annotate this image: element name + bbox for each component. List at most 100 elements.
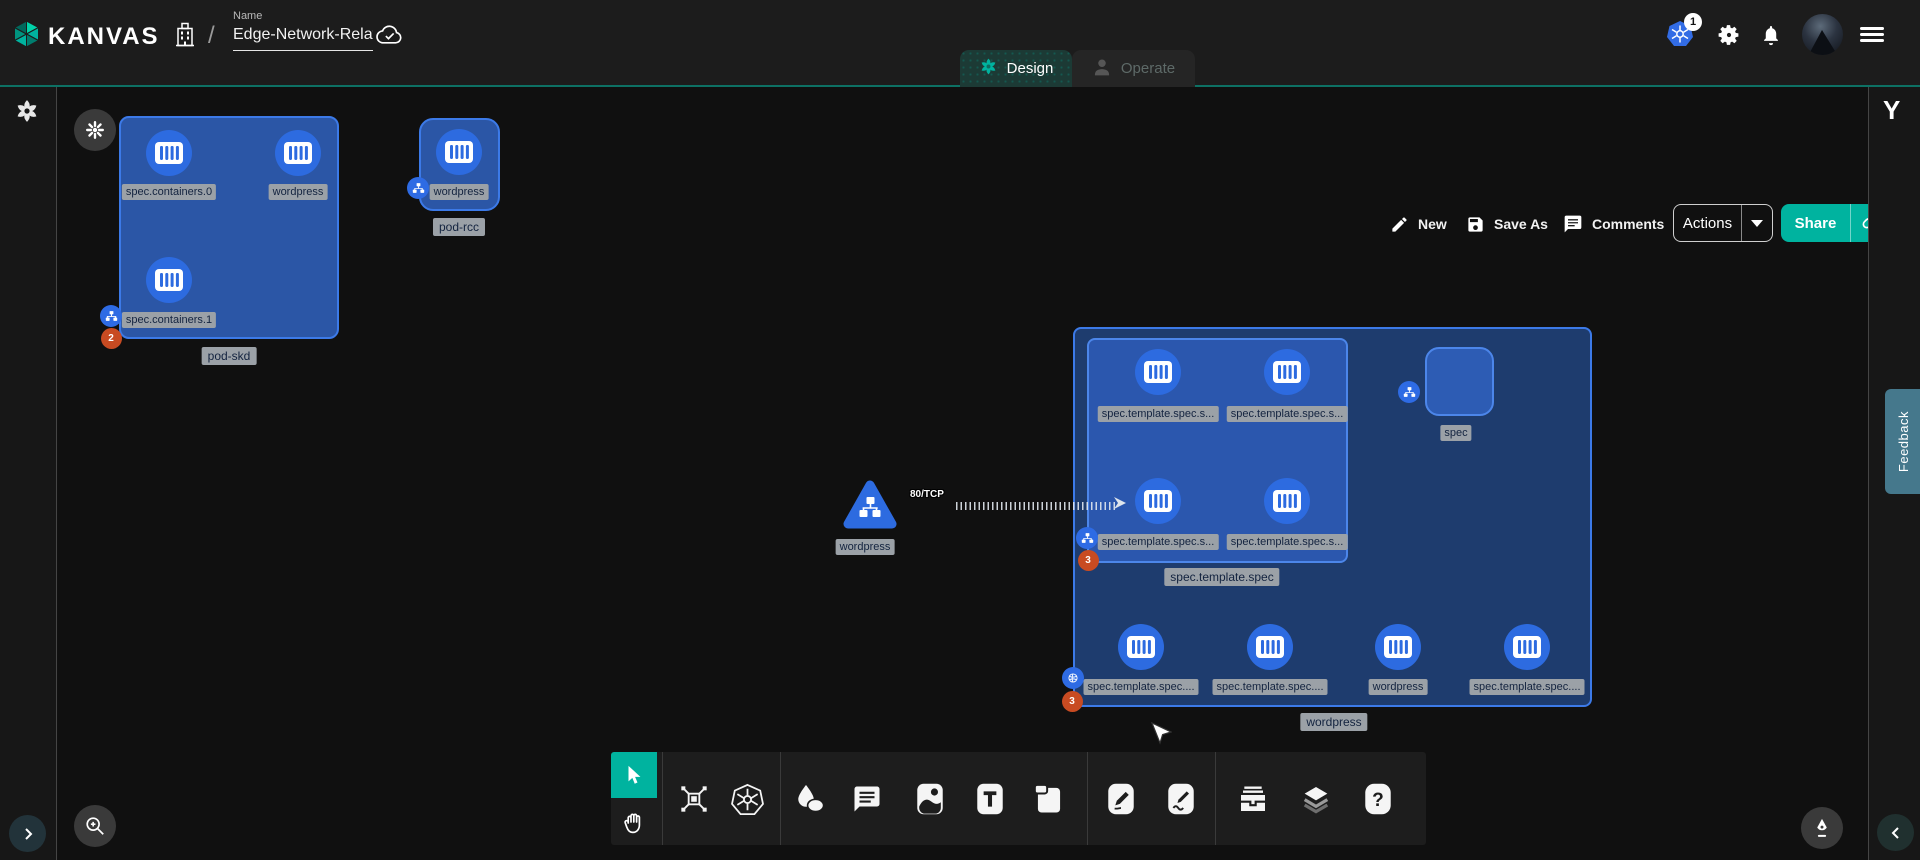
design-name-block: Name <box>233 10 373 51</box>
sitemap-icon <box>857 495 883 524</box>
container-node[interactable] <box>1504 624 1550 670</box>
container-node[interactable] <box>1135 478 1181 524</box>
expand-left-panel-button[interactable] <box>9 815 46 852</box>
design-name-input[interactable] <box>233 26 373 51</box>
container-node[interactable] <box>1264 349 1310 395</box>
container-node[interactable] <box>275 130 321 176</box>
container-node[interactable] <box>1264 478 1310 524</box>
hierarchy-badge-icon[interactable] <box>407 177 429 199</box>
image-tool-button[interactable] <box>911 780 949 818</box>
design-name-label: Name <box>233 10 373 22</box>
feedback-label: Feedback <box>1896 411 1911 472</box>
comment-tool-button[interactable] <box>848 780 886 818</box>
kubernetes-count-badge: 1 <box>1684 13 1702 31</box>
hierarchy-badge-icon[interactable] <box>1076 527 1098 549</box>
kanvas-logo[interactable]: KANVAS <box>13 20 160 53</box>
count-badge-wordpress[interactable]: 3 <box>1062 691 1083 712</box>
comments-label: Comments <box>1592 216 1664 232</box>
port-edge[interactable] <box>956 502 1116 510</box>
group-label-wordpress: wordpress <box>1300 713 1367 731</box>
dock-divider <box>780 752 781 845</box>
node-label: spec.template.spec.s... <box>1227 534 1348 550</box>
meshery-swirl-icon[interactable] <box>14 98 40 124</box>
node-label: spec.containers.1 <box>122 312 216 328</box>
container-node[interactable] <box>146 130 192 176</box>
container-node[interactable] <box>1247 624 1293 670</box>
container-node[interactable] <box>146 257 192 303</box>
meshery-badge-icon[interactable] <box>1062 667 1084 689</box>
new-label: New <box>1418 216 1447 232</box>
comments-button[interactable]: Comments <box>1563 206 1664 242</box>
save-as-label: Save As <box>1494 216 1548 232</box>
edge-port-label: 80/TCP <box>910 489 944 500</box>
node-spec-empty[interactable] <box>1425 347 1494 416</box>
layers-tool-button[interactable] <box>1297 780 1335 818</box>
node-label-spec: spec <box>1440 425 1471 441</box>
design-canvas[interactable]: New Save As Comments Actions Share <box>58 87 1868 860</box>
svg-text:?: ? <box>1372 790 1384 811</box>
notifications-bell-icon[interactable] <box>1760 23 1782 47</box>
pan-tool-button[interactable] <box>611 800 657 845</box>
integrations-tool-button[interactable] <box>675 780 713 818</box>
shapes-tool-button[interactable] <box>791 780 829 818</box>
archive-tool-button[interactable] <box>1234 780 1272 818</box>
hamburger-menu-icon[interactable] <box>1860 24 1884 45</box>
edge-arrowhead-icon <box>1112 495 1128 516</box>
count-badge-pod-skd[interactable]: 2 <box>101 328 122 349</box>
node-label: wordpress <box>269 184 328 200</box>
actions-label: Actions <box>1674 215 1741 232</box>
group-label-pod-rcc: pod-rcc <box>433 218 485 236</box>
design-swirl-icon <box>979 57 998 80</box>
kubernetes-tool-button[interactable] <box>728 780 766 818</box>
hierarchy-badge-icon[interactable] <box>1398 381 1420 403</box>
node-label: spec.containers.0 <box>122 184 216 200</box>
group-label-spec-template-spec: spec.template.spec <box>1164 568 1279 586</box>
pen-nib-button[interactable] <box>1801 807 1843 849</box>
node-label: spec.template.spec.... <box>1470 679 1585 695</box>
user-avatar[interactable] <box>1802 14 1843 55</box>
select-tool-button[interactable] <box>611 752 657 798</box>
dock-divider <box>1215 752 1216 845</box>
node-label: spec.template.spec.s... <box>1098 406 1219 422</box>
node-label: spec.template.spec.s... <box>1227 406 1348 422</box>
actions-divider <box>1741 205 1742 241</box>
container-node[interactable] <box>436 129 482 175</box>
tab-design[interactable]: Design <box>960 50 1072 87</box>
count-badge-spec-template-spec[interactable]: 3 <box>1078 550 1099 571</box>
organization-icon[interactable] <box>173 21 197 48</box>
actions-button[interactable]: Actions <box>1673 204 1773 242</box>
node-label: wordpress <box>430 184 489 200</box>
help-tool-button[interactable]: ? <box>1359 780 1397 818</box>
settings-gear-icon[interactable] <box>1717 23 1741 47</box>
tab-operate-label: Operate <box>1121 60 1175 77</box>
container-node[interactable] <box>1375 624 1421 670</box>
container-node[interactable] <box>1118 624 1164 670</box>
node-label: spec.template.spec.... <box>1213 679 1328 695</box>
annotate-tool-button[interactable] <box>1102 780 1140 818</box>
dock-divider <box>1087 752 1088 845</box>
sketch-tool-button[interactable] <box>1162 780 1200 818</box>
kubernetes-quick-button[interactable] <box>74 109 116 151</box>
share-divider <box>1850 204 1851 242</box>
new-button[interactable]: New <box>1390 206 1447 242</box>
breadcrumb-separator: / <box>208 22 215 50</box>
note-tool-button[interactable] <box>1030 780 1068 818</box>
feedback-tab[interactable]: Feedback <box>1885 389 1920 494</box>
node-label: spec.template.spec.... <box>1084 679 1199 695</box>
save-as-button[interactable]: Save As <box>1466 206 1548 242</box>
tab-design-label: Design <box>1007 60 1054 77</box>
zoom-search-button[interactable] <box>74 805 116 847</box>
node-label: wordpress <box>1369 679 1428 695</box>
service-node-label: wordpress <box>836 539 895 555</box>
node-label: spec.template.spec.s... <box>1098 534 1219 550</box>
layer5-y-icon[interactable]: Y <box>1883 95 1900 126</box>
service-triangle-node[interactable] <box>842 479 898 536</box>
app-header: KANVAS / Name <box>0 0 1920 87</box>
text-tool-button[interactable] <box>971 780 1009 818</box>
share-label: Share <box>1781 215 1850 232</box>
container-node[interactable] <box>1135 349 1181 395</box>
actions-caret-icon[interactable] <box>1751 220 1763 227</box>
hierarchy-badge-icon[interactable] <box>100 305 122 327</box>
tab-operate[interactable]: Operate <box>1072 50 1195 87</box>
expand-right-panel-button[interactable] <box>1877 814 1914 851</box>
